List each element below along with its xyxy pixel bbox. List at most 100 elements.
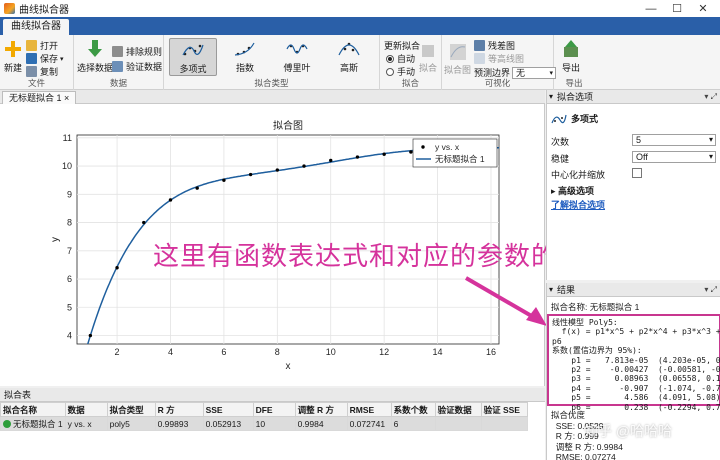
export-button[interactable]: 导出 bbox=[561, 39, 581, 74]
select-data-label: 选择数据 bbox=[77, 63, 114, 73]
table-cell: 0.052913 bbox=[202, 416, 254, 431]
column-header[interactable]: RMSE bbox=[346, 402, 392, 417]
fit-type-exponential[interactable]: 指数 bbox=[221, 38, 269, 76]
fit-options-header[interactable]: ▾ 拟合选项 ▾ ⤢ bbox=[547, 90, 720, 104]
column-header[interactable]: 验证 SSE bbox=[480, 402, 528, 417]
y-tick-label: 5 bbox=[67, 302, 72, 312]
table-cell: 10 bbox=[252, 416, 296, 431]
contour-button[interactable]: 等高线图 bbox=[474, 52, 524, 65]
column-header[interactable]: 验证数据 bbox=[434, 402, 482, 417]
column-header[interactable]: R 方 bbox=[154, 402, 204, 417]
fit-button[interactable]: 拟合 bbox=[419, 43, 437, 74]
auto-update-label: 更新拟合 bbox=[384, 41, 421, 51]
residuals-button[interactable]: 残差图 bbox=[474, 39, 515, 52]
fit-type-fourier[interactable]: 傅里叶 bbox=[273, 38, 321, 76]
panel-menu-icon[interactable]: ▾ ⤢ bbox=[704, 283, 717, 297]
table-cell bbox=[480, 416, 528, 431]
column-header[interactable]: 调整 R 方 bbox=[294, 402, 348, 417]
select-data-button[interactable]: 选择数据 bbox=[77, 39, 113, 74]
validate-data-button[interactable]: 验证数据 bbox=[112, 60, 162, 73]
chevron-down-icon[interactable]: ▾ bbox=[549, 283, 553, 297]
fourier-icon bbox=[286, 44, 308, 54]
y-tick-label: 9 bbox=[67, 189, 72, 199]
document-tab-bar: 无标题拟合 1 × bbox=[0, 90, 545, 104]
export-label: 导出 bbox=[561, 63, 580, 73]
advanced-options-toggle[interactable]: ▸ 高级选项 bbox=[551, 184, 594, 197]
results-header[interactable]: ▾ 结果 ▾ ⤢ bbox=[547, 283, 720, 297]
fit-type-gaussian[interactable]: 高斯 bbox=[325, 38, 373, 76]
data-point bbox=[329, 158, 333, 163]
chevron-down-icon: ▾ bbox=[60, 55, 64, 63]
text-line: p1 = 7.813e-05 (4.203e-05, 0.0001142) bbox=[571, 355, 720, 365]
fit-plot-button[interactable]: 拟合图 bbox=[444, 43, 471, 76]
download-arrow-icon bbox=[88, 40, 102, 57]
fit-type-label: 指数 bbox=[235, 63, 254, 73]
fit-type-polynomial[interactable]: 多项式 bbox=[169, 38, 217, 76]
auto-radio[interactable]: 自动 bbox=[386, 52, 415, 65]
tab-curve-fitter[interactable]: 曲线拟合器 bbox=[3, 19, 69, 35]
window-title: 曲线拟合器 bbox=[19, 5, 69, 16]
table-row[interactable]: 无标题拟合 1 y vs. x poly5 0.99893 0.052913 10 0.99… bbox=[0, 416, 528, 431]
text-line: p5 = 4.586 (4.091, 5.08) bbox=[552, 393, 720, 403]
column-header[interactable]: 拟合名称 bbox=[0, 402, 66, 417]
exclude-rules-button[interactable]: 排除规则 bbox=[112, 45, 162, 58]
fit-plot-label: 拟合图 bbox=[444, 65, 472, 75]
title-bar: 曲线拟合器 — ☐ ✕ bbox=[0, 0, 720, 17]
cell-text: 无标题拟合 1 bbox=[13, 418, 63, 429]
gaussian-icon bbox=[338, 42, 360, 56]
radio-off-icon bbox=[386, 67, 394, 76]
group-label-fit: 拟合 bbox=[401, 78, 419, 88]
panel-menu-icon[interactable]: ▾ ⤢ bbox=[704, 90, 717, 104]
fit-type-label: 高斯 bbox=[339, 63, 358, 73]
fit-options-title: 拟合选项 bbox=[557, 92, 594, 102]
column-header[interactable]: DFE bbox=[252, 402, 296, 417]
new-button[interactable]: 新建 bbox=[3, 39, 23, 74]
minimize-button[interactable]: — bbox=[638, 0, 664, 17]
learn-fit-options-link[interactable]: 了解拟合选项 bbox=[551, 198, 605, 211]
table-header-row: 拟合名称 数据 拟合类型 R 方 SSE DFE 调整 R 方 RMSE 系数个数 验证数据 验证 … bbox=[0, 402, 528, 417]
exclude-label: 排除规则 bbox=[126, 47, 163, 57]
degree-select[interactable]: 5 bbox=[632, 134, 716, 146]
data-point bbox=[115, 266, 119, 270]
cell-text: 0.9984 bbox=[297, 418, 324, 429]
chart-title: 拟合图 bbox=[273, 119, 303, 132]
robust-select[interactable]: Off bbox=[632, 151, 716, 163]
copy-icon bbox=[26, 66, 37, 77]
chevron-down-icon[interactable]: ▾ bbox=[549, 90, 553, 104]
open-button[interactable]: 打开 bbox=[26, 39, 58, 52]
cell-text: poly5 bbox=[109, 418, 130, 429]
export-icon bbox=[564, 40, 578, 57]
column-header[interactable]: SSE bbox=[202, 402, 254, 417]
ribbon-group-fit-type: 多项式 指数 傅里叶 高斯 拟合类型 bbox=[164, 35, 380, 90]
legend-label: 无标题拟合 1 bbox=[435, 154, 485, 164]
fit-table[interactable]: 拟合名称 数据 拟合类型 R 方 SSE DFE 调整 R 方 RMSE 系数个数 验证数据 验证 … bbox=[0, 402, 545, 460]
y-tick-label: 6 bbox=[67, 274, 72, 284]
close-button[interactable]: ✕ bbox=[690, 0, 716, 17]
close-icon[interactable]: × bbox=[64, 93, 69, 103]
polynomial-icon bbox=[551, 114, 567, 123]
text-line: 拟合优度 bbox=[551, 410, 586, 420]
text-line: 系数(置信边界为 95%): bbox=[552, 346, 642, 356]
center-scale-checkbox[interactable] bbox=[632, 168, 642, 178]
table-cell: 0.072741 bbox=[346, 416, 392, 431]
column-header[interactable]: 系数个数 bbox=[390, 402, 436, 417]
group-label-export: 导出 bbox=[565, 78, 583, 88]
column-header[interactable]: 拟合类型 bbox=[106, 402, 156, 417]
residuals-label: 残差图 bbox=[488, 41, 516, 51]
cell-text: 0.99893 bbox=[157, 418, 189, 429]
tab-untitled-fit-1[interactable]: 无标题拟合 1 × bbox=[2, 91, 77, 104]
group-label-file: 文件 bbox=[27, 78, 45, 88]
doc-tab-label: 无标题拟合 1 bbox=[9, 93, 62, 103]
plus-icon bbox=[5, 41, 21, 57]
cell-text: 10 bbox=[255, 418, 266, 429]
column-header[interactable]: 数据 bbox=[64, 402, 108, 417]
exponential-icon bbox=[234, 42, 255, 56]
auto-label: 自动 bbox=[397, 54, 416, 64]
maximize-button[interactable]: ☐ bbox=[664, 0, 690, 17]
save-button[interactable]: 保存 ▾ bbox=[26, 52, 64, 65]
data-point bbox=[195, 186, 199, 190]
contour-icon bbox=[474, 53, 485, 64]
annotation-text: 这里有函数表达式和对应的参数的值 bbox=[153, 241, 586, 271]
data-point bbox=[88, 333, 93, 338]
x-tick-label: 10 bbox=[326, 347, 336, 357]
